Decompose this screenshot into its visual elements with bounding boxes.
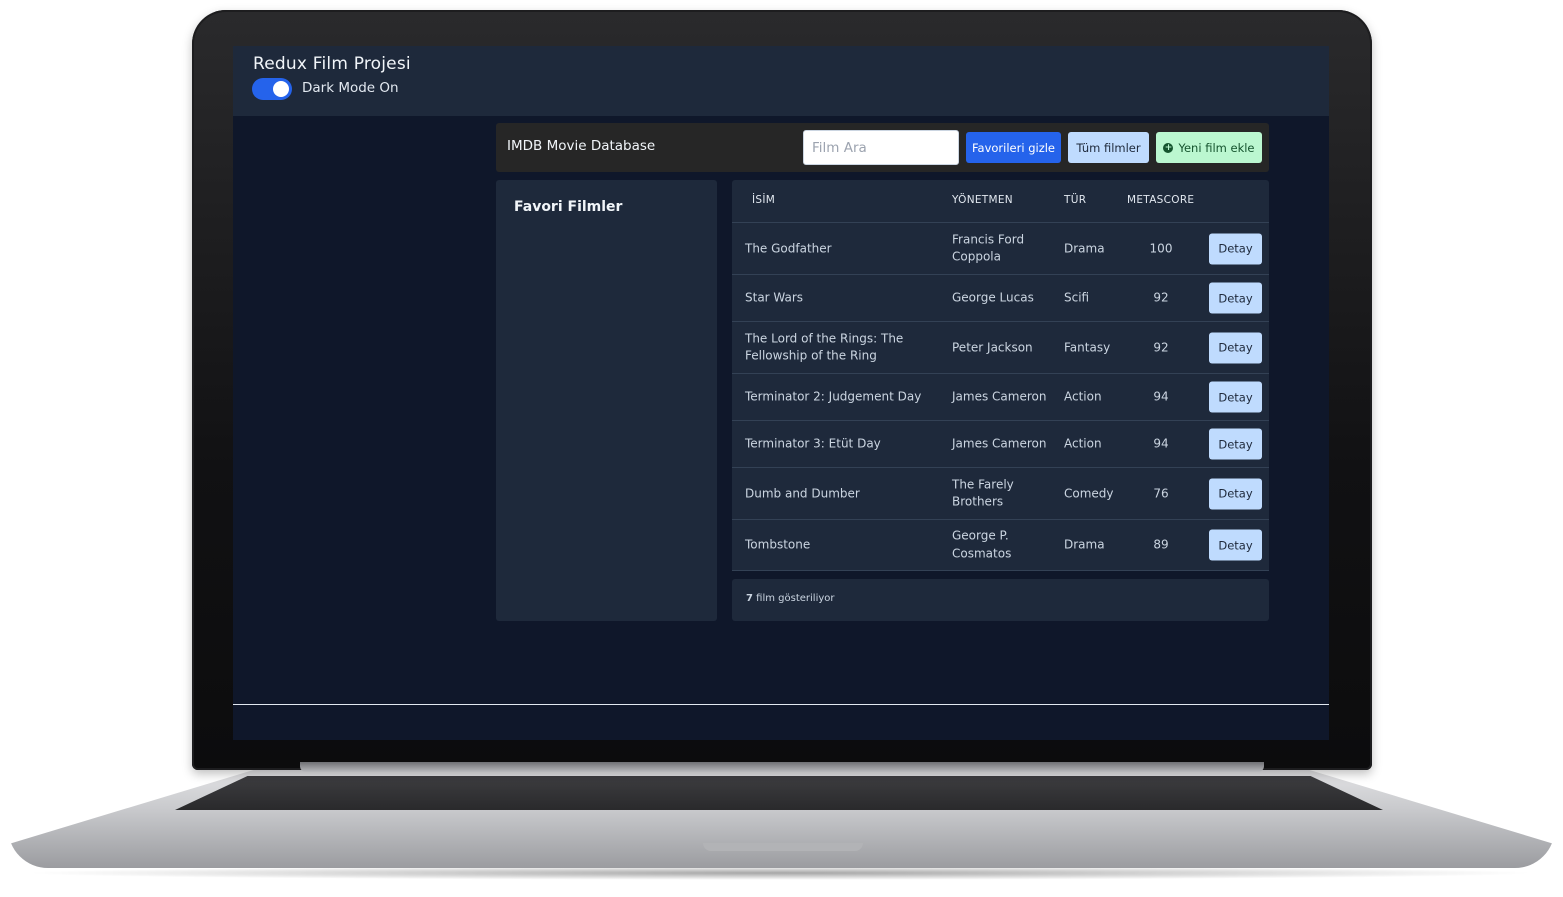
hide-favorites-button[interactable]: Favorileri gizle	[966, 132, 1061, 163]
movie-count-text: 7 film gösteriliyor	[746, 593, 835, 604]
movie-name: Terminator 2: Judgement Day	[745, 389, 922, 404]
movie-director: James Cameron	[952, 389, 1047, 404]
movie-genre: Drama	[1064, 537, 1105, 552]
movie-director: Peter Jackson	[952, 339, 1033, 354]
toggle-knob	[273, 81, 289, 97]
movie-genre: Scifi	[1064, 290, 1090, 305]
header-name: İSİM	[752, 194, 776, 206]
movie-metascore: 92	[1153, 290, 1169, 305]
movie-name: Terminator 3: Etüt Day	[745, 436, 881, 451]
movie-name: Star Wars	[745, 290, 804, 305]
table-footer: 7 film gösteriliyor	[732, 579, 1269, 621]
movie-genre: Drama	[1064, 240, 1105, 255]
laptop-shadow	[20, 866, 1540, 880]
table-row: Dumb and Dumber The Farely Brothers Comedy…	[732, 468, 1269, 520]
add-movie-button[interactable]: + Yeni film ekle	[1156, 132, 1262, 163]
movie-genre: Fantasy	[1064, 339, 1111, 354]
laptop-keyboard	[175, 776, 1383, 810]
movie-name: Tombstone	[745, 537, 811, 552]
table-row: The Godfather Francis Ford Coppola Drama 10…	[732, 223, 1269, 275]
toolbar: IMDB Movie Database Favorileri gizle Tüm…	[496, 123, 1269, 172]
app-header: Redux Film Projesi Dark Mode On	[233, 46, 1329, 116]
plus-circle-icon: +	[1163, 142, 1174, 153]
favorites-panel: Favori Filmler	[496, 180, 717, 621]
favorites-title: Favori Filmler	[514, 199, 623, 215]
detail-button[interactable]: Detay	[1209, 282, 1262, 314]
table-row: Star Wars George Lucas Scifi 92 Detay	[732, 275, 1269, 322]
detail-button[interactable]: Detay	[1209, 332, 1262, 363]
movie-metascore: 92	[1153, 339, 1169, 354]
all-movies-button[interactable]: Tüm filmler	[1068, 132, 1149, 163]
movie-name: The Godfather	[745, 240, 832, 255]
app-title: Redux Film Projesi	[253, 54, 411, 74]
laptop-screen: Redux Film Projesi Dark Mode On IMDB Mov…	[233, 46, 1329, 740]
bottom-divider	[233, 704, 1329, 705]
movie-metascore: 94	[1153, 389, 1169, 404]
header-genre: TÜR	[1064, 194, 1087, 206]
detail-button[interactable]: Detay	[1209, 381, 1262, 413]
movie-director: Francis Ford Coppola	[952, 232, 1025, 264]
table-row: Terminator 3: Etüt Day James Cameron Actio…	[732, 421, 1269, 468]
table-body: The Godfather Francis Ford Coppola Drama 10…	[732, 223, 1269, 571]
dark-mode-toggle[interactable]	[252, 78, 292, 100]
detail-button[interactable]: Detay	[1209, 428, 1262, 460]
movie-genre: Action	[1064, 436, 1102, 451]
dark-mode-label: Dark Mode On	[302, 80, 399, 96]
movie-genre: Action	[1064, 389, 1102, 404]
movie-name: Dumb and Dumber	[745, 485, 860, 500]
movie-metascore: 89	[1153, 537, 1169, 552]
detail-button[interactable]: Detay	[1209, 233, 1262, 264]
database-title: IMDB Movie Database	[507, 138, 656, 154]
hide-favorites-label: Favorileri gizle	[971, 140, 1056, 155]
movie-metascore: 94	[1153, 436, 1169, 451]
movie-director: The Farely Brothers	[952, 477, 1014, 509]
detail-button[interactable]: Detay	[1209, 478, 1262, 509]
table-row: Terminator 2: Judgement Day James Cameron…	[732, 374, 1269, 421]
add-movie-label: Yeni film ekle	[1178, 140, 1255, 155]
table-row: Tombstone George P. Cosmatos Drama 89 Detay	[732, 520, 1269, 571]
movie-count-label: film gösteriliyor	[756, 593, 835, 604]
table-header: İSİM YÖNETMEN TÜR METASCORE	[732, 180, 1269, 223]
movies-table: İSİM YÖNETMEN TÜR METASCORE The Godfathe…	[732, 180, 1269, 571]
movie-count: 7	[746, 593, 753, 604]
header-director: YÖNETMEN	[952, 194, 1013, 206]
all-movies-label: Tüm filmler	[1076, 140, 1141, 155]
movie-metascore: 76	[1153, 485, 1169, 500]
movie-director: James Cameron	[952, 436, 1047, 451]
movie-metascore: 100	[1149, 240, 1173, 255]
laptop-hinge	[300, 762, 1264, 772]
header-metascore: METASCORE	[1127, 194, 1195, 206]
laptop-notch	[703, 843, 863, 851]
search-input[interactable]	[803, 130, 959, 165]
table-row: The Lord of the Rings: The Fellowship of…	[732, 322, 1269, 374]
movie-name: The Lord of the Rings: The Fellowship of…	[745, 331, 904, 363]
detail-button[interactable]: Detay	[1209, 529, 1262, 561]
movie-director: George P. Cosmatos	[952, 528, 1012, 561]
movie-director: George Lucas	[952, 290, 1034, 305]
movie-genre: Comedy	[1064, 485, 1114, 500]
